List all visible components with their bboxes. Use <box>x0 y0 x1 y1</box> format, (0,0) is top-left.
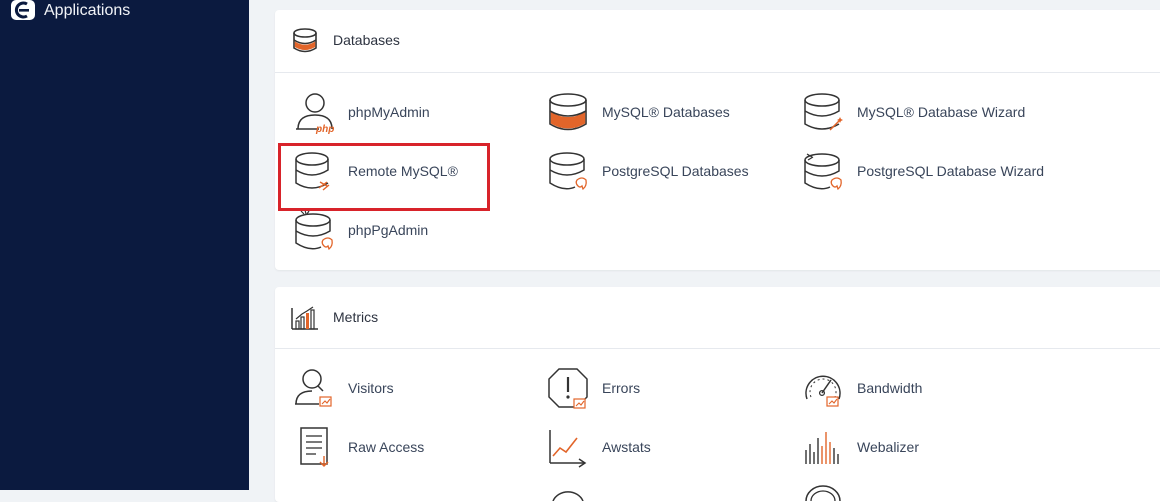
postgresql-wizard-icon <box>802 150 848 194</box>
phpmyadmin-label: phpMyAdmin <box>348 104 430 120</box>
visitors-icon <box>293 367 339 411</box>
visitors-label: Visitors <box>348 380 394 396</box>
remote-mysql-link[interactable]: Remote MySQL® <box>293 150 533 194</box>
postgresql-databases-icon <box>547 150 593 194</box>
raw-access-link[interactable]: Raw Access <box>293 426 533 470</box>
raw-access-label: Raw Access <box>348 439 425 455</box>
mysql-databases-link[interactable]: MySQL® Databases <box>547 91 787 135</box>
mysql-wizard-icon <box>802 91 848 135</box>
mysql-databases-icon <box>547 91 593 135</box>
postgresql-databases-link[interactable]: PostgreSQL Databases <box>547 150 787 194</box>
mysql-database-wizard-link[interactable]: MySQL® Database Wizard <box>802 91 1042 135</box>
database-icon <box>290 27 320 55</box>
metrics-row3-icon-partial <box>547 485 593 501</box>
errors-link[interactable]: Errors <box>547 367 787 411</box>
remote-mysql-icon <box>293 150 339 194</box>
phppgadmin-link[interactable]: phpPgAdmin <box>293 209 533 253</box>
sidebar-item-applications[interactable]: Applications <box>0 0 249 26</box>
sidebar-item-label: Applications <box>44 2 131 19</box>
awstats-label: Awstats <box>602 439 651 455</box>
databases-header: Databases <box>275 10 1160 73</box>
mysql-databases-label: MySQL® Databases <box>602 104 730 120</box>
visitors-link[interactable]: Visitors <box>293 367 533 411</box>
applications-icon <box>10 0 36 22</box>
bandwidth-link[interactable]: Bandwidth <box>802 367 1042 411</box>
metrics-title: Metrics <box>333 309 379 325</box>
phpmyadmin-link[interactable]: php phpMyAdmin <box>293 91 533 135</box>
webalizer-label: Webalizer <box>857 439 919 455</box>
svg-text:php: php <box>315 124 334 135</box>
phpmyadmin-icon: php <box>293 91 339 135</box>
bandwidth-label: Bandwidth <box>857 380 923 396</box>
awstats-link[interactable]: Awstats <box>547 426 787 470</box>
errors-icon <box>547 367 593 411</box>
webalizer-link[interactable]: Webalizer <box>802 426 1042 470</box>
postgresql-databases-label: PostgreSQL Databases <box>602 163 749 179</box>
metrics-panel: Metrics Visitors Errors Bandwidth Raw Ac… <box>275 287 1160 502</box>
databases-panel: Databases php phpMyAdmin MySQL® Database… <box>275 10 1160 270</box>
postgresql-database-wizard-link[interactable]: PostgreSQL Database Wizard <box>802 150 1045 194</box>
metrics-row3-icon-partial-2 <box>802 485 848 501</box>
remote-mysql-label: Remote MySQL® <box>348 163 458 179</box>
mysql-database-wizard-label: MySQL® Database Wizard <box>857 104 1026 120</box>
bandwidth-icon <box>802 367 848 411</box>
raw-access-icon <box>293 426 339 470</box>
metrics-icon <box>290 304 320 332</box>
errors-label: Errors <box>602 380 641 396</box>
databases-title: Databases <box>333 32 400 48</box>
phppgadmin-icon <box>293 209 339 253</box>
webalizer-icon <box>802 426 848 470</box>
sidebar: Applications <box>0 0 249 490</box>
metrics-header: Metrics <box>275 287 1160 349</box>
postgresql-database-wizard-label: PostgreSQL Database Wizard <box>857 163 1045 179</box>
phppgadmin-label: phpPgAdmin <box>348 222 429 238</box>
awstats-icon <box>547 426 593 470</box>
